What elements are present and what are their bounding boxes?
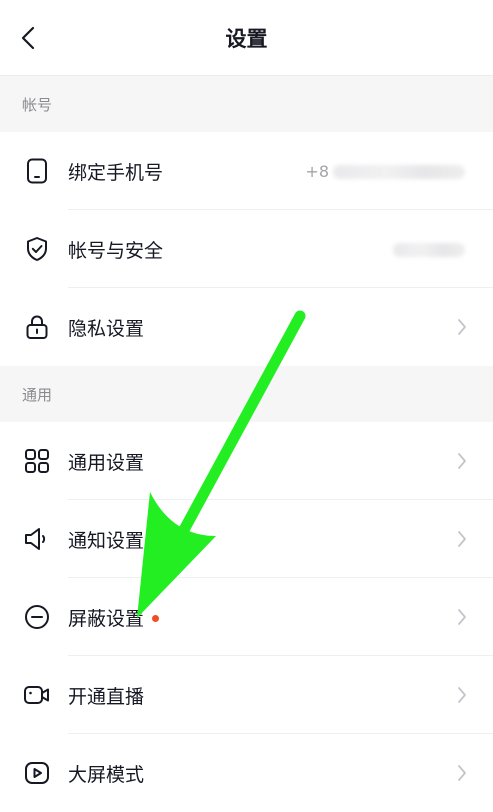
- section-header-account: 帐号: [0, 76, 493, 132]
- page-title: 设置: [225, 27, 268, 51]
- settings-item-account-security[interactable]: 帐号与安全: [0, 210, 493, 288]
- shield-check-icon: [23, 235, 51, 263]
- settings-item-label: 屏蔽设置: [68, 604, 160, 631]
- chevron-right-icon: [455, 763, 469, 783]
- settings-item-big-screen[interactable]: 大屏模式: [0, 734, 493, 812]
- chevron-right-icon: [455, 607, 469, 627]
- account-security-value: [389, 240, 465, 259]
- phone-icon: [23, 157, 51, 185]
- section-header-general: 通用: [0, 366, 493, 422]
- play-screen-icon: [23, 759, 51, 787]
- settings-item-label: 大屏模式: [68, 763, 145, 786]
- speaker-icon: [23, 525, 51, 553]
- settings-item-label: 帐号与安全: [68, 239, 164, 262]
- settings-item-label: 隐私设置: [68, 317, 145, 340]
- settings-item-notifications[interactable]: 通知设置: [0, 500, 493, 578]
- settings-item-label: 通用设置: [68, 451, 145, 474]
- lock-icon: [23, 313, 51, 341]
- redacted-value: [393, 243, 465, 257]
- video-camera-icon: [23, 681, 51, 709]
- settings-item-label: 开通直播: [68, 685, 145, 708]
- chevron-right-icon: [455, 685, 469, 705]
- chevron-right-icon: [455, 529, 469, 549]
- chevron-right-icon: [455, 451, 469, 471]
- phone-number-value: +8: [305, 162, 465, 181]
- settings-item-label: 绑定手机号: [68, 161, 164, 184]
- settings-item-privacy[interactable]: 隐私设置: [0, 288, 493, 366]
- settings-item-bind-phone[interactable]: 绑定手机号 +8: [0, 132, 493, 210]
- redacted-value: [333, 165, 465, 179]
- block-icon: [23, 603, 51, 631]
- settings-item-general[interactable]: 通用设置: [0, 422, 493, 500]
- settings-item-label: 通知设置: [68, 529, 145, 552]
- chevron-right-icon: [455, 317, 469, 337]
- grid-icon: [23, 447, 51, 475]
- red-dot-badge: [152, 614, 160, 622]
- settings-item-start-live[interactable]: 开通直播: [0, 656, 493, 734]
- nav-bar: 设置: [0, 0, 493, 76]
- settings-item-block[interactable]: 屏蔽设置: [0, 578, 493, 656]
